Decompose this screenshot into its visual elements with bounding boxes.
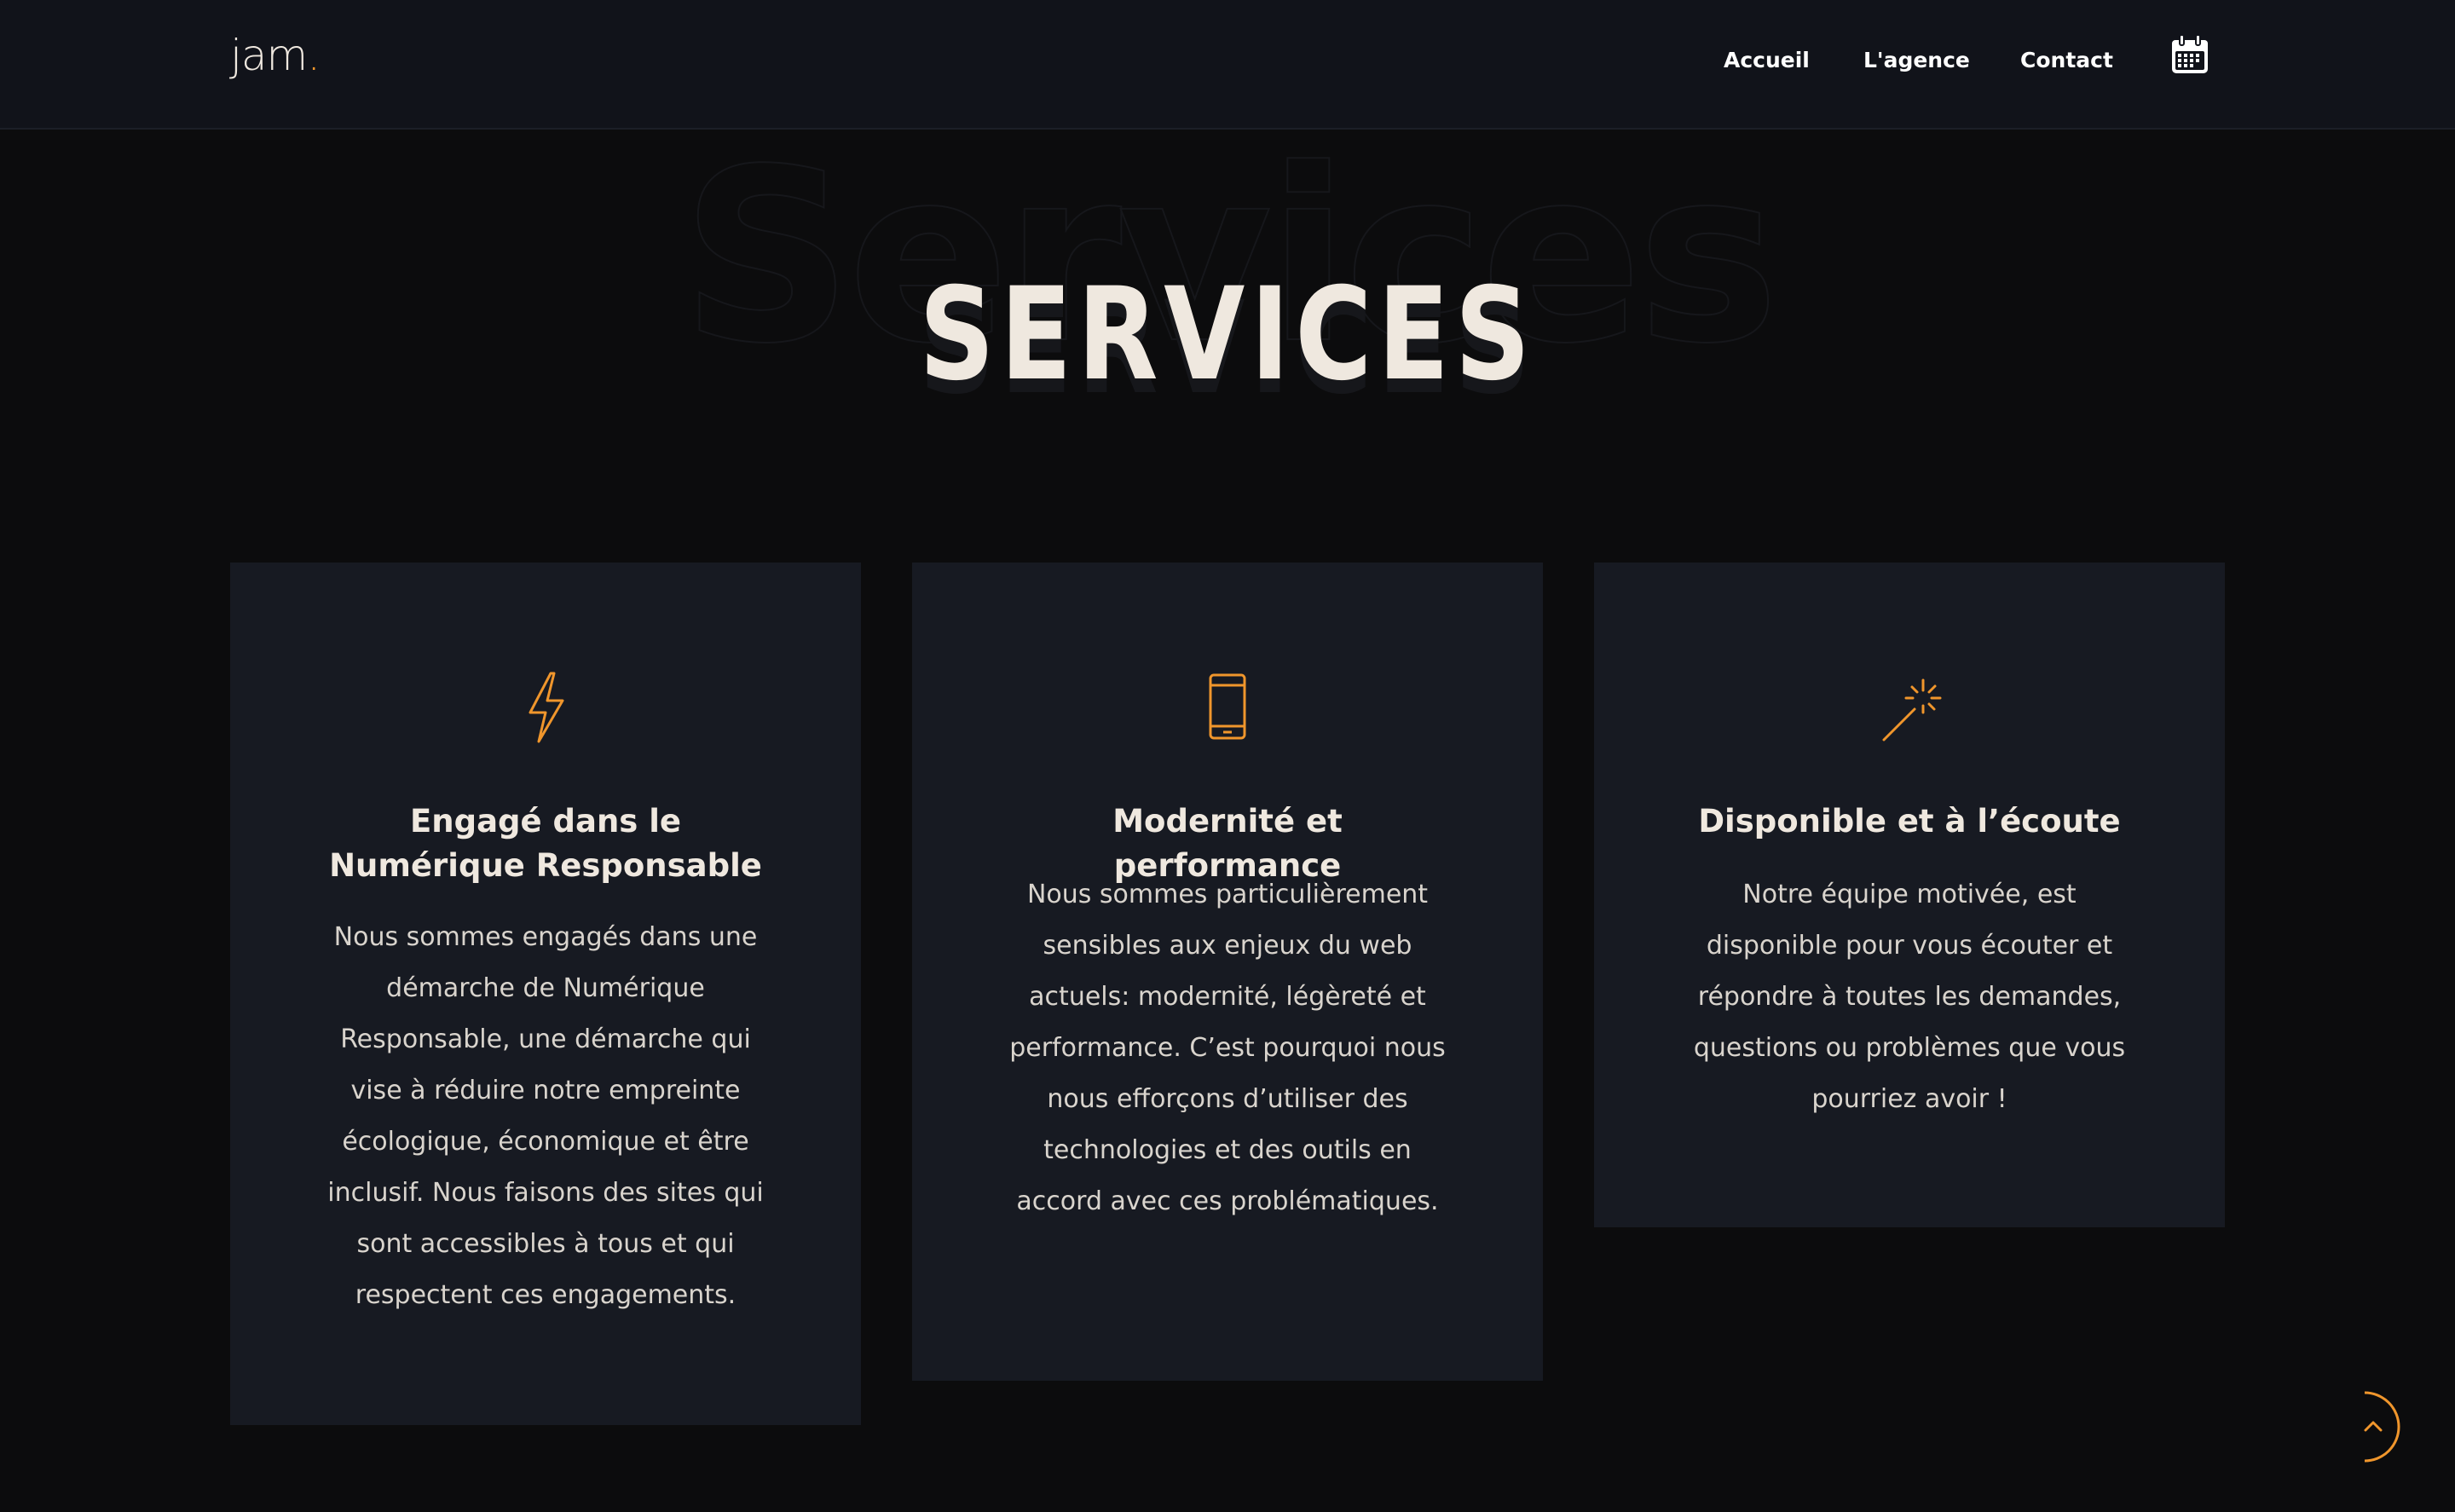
calendar-icon[interactable]	[2170, 34, 2210, 75]
nav-link-accueil[interactable]: Accueil	[1724, 48, 1810, 72]
section-title: SERVICES	[919, 261, 1536, 409]
nav-link-contact[interactable]: Contact	[2020, 48, 2113, 72]
card-title: Disponible et à l’écoute	[1698, 803, 2121, 840]
card-description: Notre équipe motivée, est disponible pou…	[1693, 880, 2126, 1114]
mobile-phone-icon	[1185, 665, 1270, 750]
card-description: Nous sommes particulièrement sensibles a…	[1009, 880, 1446, 1216]
logo-dot: .	[307, 31, 321, 80]
lightning-icon	[503, 665, 588, 750]
service-card-numerique-responsable: Engagé dans le Numérique Responsable Nou…	[230, 563, 861, 1425]
card-description: Nous sommes engagés dans une démarche de…	[327, 922, 764, 1310]
card-title: Engagé dans le Numérique Responsable	[329, 803, 762, 884]
service-card-modernite-performance: Modernité et performance Nous sommes par…	[912, 563, 1543, 1381]
logo-text: jam	[230, 31, 308, 80]
site-header: jam. Accueil L'agence Contact	[0, 0, 2455, 130]
nav-link-agence[interactable]: L'agence	[1863, 48, 1970, 72]
logo[interactable]: jam.	[230, 31, 321, 80]
service-card-disponible-ecoute: Disponible et à l’écoute Notre équipe mo…	[1594, 563, 2225, 1227]
scroll-to-top-button[interactable]	[2331, 1384, 2416, 1469]
chevron-up-icon	[2364, 1421, 2383, 1432]
magic-wand-icon	[1867, 665, 1952, 750]
